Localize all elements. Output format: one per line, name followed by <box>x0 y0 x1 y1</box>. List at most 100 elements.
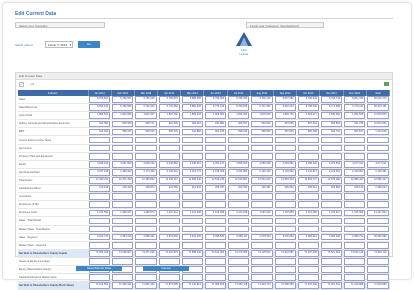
value-input[interactable]: 2,134,817 <box>297 169 319 176</box>
value-input[interactable]: 5,780,044 <box>297 96 319 103</box>
value-input[interactable] <box>320 225 343 233</box>
value-input[interactable] <box>344 241 366 249</box>
save-submit-button[interactable]: Save/Submit Data <box>76 266 122 271</box>
value-input[interactable] <box>344 217 366 224</box>
value-input[interactable]: 12,575,090 <box>320 177 343 184</box>
value-input[interactable]: 5,844,410 <box>89 104 111 111</box>
value-input[interactable] <box>297 152 319 160</box>
value-input[interactable] <box>297 193 319 200</box>
value-input[interactable]: 3,041,225 <box>181 233 203 241</box>
value-input[interactable] <box>135 201 157 208</box>
value-input[interactable]: 1,103,659 <box>204 209 227 216</box>
value-input[interactable]: 2,996,530 <box>204 233 227 241</box>
value-input[interactable]: 5,822,013 <box>274 104 296 111</box>
value-input[interactable]: 74,402,815 <box>158 250 180 257</box>
value-input[interactable]: 5,760,115 <box>251 96 273 103</box>
value-input[interactable] <box>344 266 366 273</box>
value-input[interactable]: 4,077,011 <box>367 161 389 168</box>
value-input[interactable] <box>367 258 389 265</box>
value-input[interactable]: 71,873,095 <box>158 282 180 289</box>
value-input[interactable]: 199,873 <box>135 185 157 192</box>
value-input[interactable] <box>89 136 111 144</box>
value-input[interactable]: 2,968,441 <box>135 233 157 241</box>
value-input[interactable]: 4,059,346 <box>251 161 273 168</box>
value-input[interactable]: 1,818,006 <box>251 112 273 119</box>
value-input[interactable]: 13,227,844 <box>367 209 389 216</box>
value-input[interactable] <box>274 274 296 281</box>
value-input[interactable] <box>204 225 227 233</box>
cancel-button[interactable]: Cancel <box>143 266 189 271</box>
value-input[interactable]: 2,988,117 <box>228 233 250 241</box>
value-input[interactable] <box>112 144 134 152</box>
value-input[interactable] <box>228 152 250 160</box>
value-input[interactable] <box>158 217 180 224</box>
value-input[interactable]: 2,984,316 <box>112 233 134 241</box>
value-input[interactable] <box>274 266 296 273</box>
value-input[interactable]: 12,586,447 <box>367 177 389 184</box>
value-input[interactable] <box>204 258 227 265</box>
value-input[interactable] <box>320 217 343 224</box>
value-input[interactable] <box>274 217 296 224</box>
value-input[interactable]: 1,822,080 <box>112 112 134 119</box>
value-input[interactable] <box>367 225 389 233</box>
currency-selector[interactable]: Fiscal year (Category: Standardized) <box>246 22 324 28</box>
value-input[interactable] <box>135 144 157 152</box>
value-input[interactable] <box>320 266 343 273</box>
value-input[interactable]: 74,556,018 <box>89 250 111 257</box>
value-input[interactable]: 209,662 <box>274 185 296 192</box>
value-input[interactable] <box>228 193 250 200</box>
value-input[interactable] <box>181 274 203 281</box>
value-input[interactable] <box>344 144 366 152</box>
value-input[interactable]: 2,973,802 <box>158 233 180 241</box>
value-input[interactable]: 4,040,882 <box>158 161 180 168</box>
value-input[interactable] <box>251 266 273 273</box>
value-input[interactable]: 74,425,511 <box>251 250 273 257</box>
value-input[interactable]: 1,112,408 <box>181 209 203 216</box>
value-input[interactable]: 74,521,664 <box>320 250 343 257</box>
value-input[interactable]: 1,810,347 <box>135 112 157 119</box>
value-input[interactable]: 910,882 <box>204 120 227 127</box>
value-input[interactable] <box>135 258 157 265</box>
value-input[interactable] <box>251 136 273 144</box>
value-input[interactable]: 592,810 <box>135 128 157 135</box>
value-input[interactable] <box>181 136 203 144</box>
value-input[interactable] <box>112 201 134 208</box>
value-input[interactable] <box>204 274 227 281</box>
value-input[interactable] <box>251 193 273 200</box>
value-input[interactable] <box>204 193 227 200</box>
value-input[interactable] <box>89 241 111 249</box>
value-input[interactable] <box>158 201 180 208</box>
value-input[interactable] <box>344 201 366 208</box>
value-input[interactable] <box>251 274 273 281</box>
value-input[interactable] <box>274 241 296 249</box>
value-input[interactable] <box>228 144 250 152</box>
edit-icon[interactable] <box>19 82 24 87</box>
value-input[interactable]: 1,103,917 <box>320 209 343 216</box>
value-input[interactable] <box>181 241 203 249</box>
value-input[interactable]: 1,864,522 <box>89 112 111 119</box>
value-input[interactable]: 4,036,219 <box>135 161 157 168</box>
value-input[interactable]: 5,745,220 <box>135 96 157 103</box>
value-input[interactable] <box>112 225 134 233</box>
value-input[interactable]: 1,815,790 <box>158 112 180 119</box>
value-input[interactable] <box>112 152 134 160</box>
value-input[interactable]: 5,771,905 <box>320 104 343 111</box>
value-input[interactable]: 2,469,244 <box>367 185 389 192</box>
value-input[interactable] <box>320 274 343 281</box>
value-input[interactable] <box>274 152 296 160</box>
value-input[interactable]: 5,758,230 <box>297 104 319 111</box>
value-input[interactable]: 5,769,901 <box>112 96 134 103</box>
value-input[interactable] <box>181 201 203 208</box>
value-input[interactable] <box>367 266 389 273</box>
value-input[interactable]: 12,530,861 <box>228 177 250 184</box>
value-input[interactable]: 1,826,452 <box>228 112 250 119</box>
value-input[interactable]: 5,876,822 <box>89 96 111 103</box>
value-input[interactable] <box>158 144 180 152</box>
value-input[interactable]: 5,796,718 <box>320 96 343 103</box>
value-input[interactable]: 2,975,904 <box>251 233 273 241</box>
value-input[interactable]: 205,014 <box>297 185 319 192</box>
value-input[interactable]: 5,888,455 <box>181 96 203 103</box>
value-input[interactable] <box>320 193 343 200</box>
value-input[interactable]: 71,952,118 <box>228 282 250 289</box>
value-input[interactable]: 204,118 <box>112 185 134 192</box>
